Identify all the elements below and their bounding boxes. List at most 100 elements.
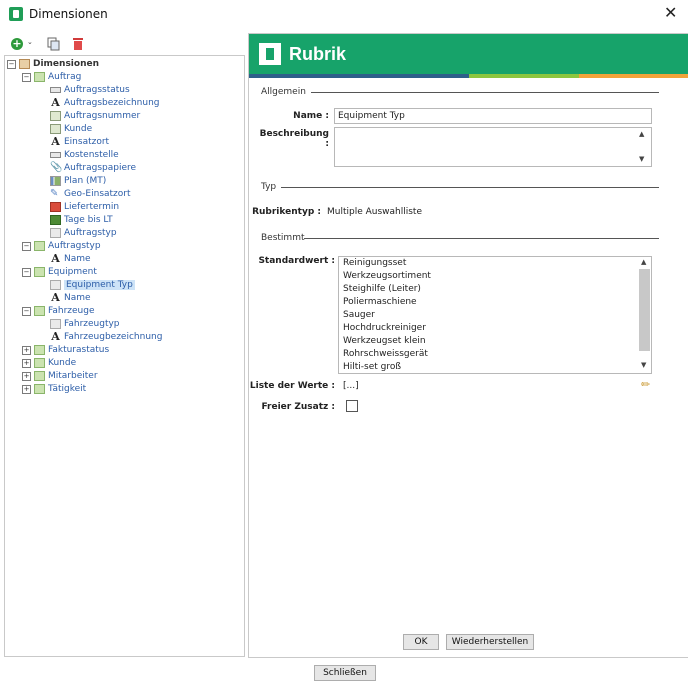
divider — [281, 187, 659, 188]
window-title: Dimensionen — [29, 7, 108, 21]
name-input[interactable]: Equipment Typ — [334, 108, 652, 124]
text-field-icon: A — [51, 135, 60, 148]
tree-label: Auftragsstatus — [64, 85, 130, 95]
tree-item[interactable]: Auftragstyp — [50, 227, 117, 239]
banner-title: Rubrik — [289, 44, 347, 64]
tree-item[interactable]: A Name — [50, 253, 90, 265]
table-icon — [34, 306, 45, 316]
expand-icon[interactable]: + — [22, 384, 31, 394]
tree-label: Dimensionen — [33, 59, 99, 69]
collapse-icon[interactable]: − — [22, 306, 31, 316]
expand-icon[interactable]: + — [22, 345, 31, 355]
status-field-icon — [50, 152, 61, 158]
tree-node-auftrag[interactable]: − Auftrag — [22, 71, 81, 83]
close-button[interactable]: Schließen — [314, 665, 376, 681]
app-icon — [9, 7, 23, 21]
scroll-down-icon[interactable]: ▼ — [639, 155, 644, 163]
ok-button[interactable]: OK — [403, 634, 439, 650]
pencil-icon[interactable]: ✏ — [641, 378, 650, 391]
tree-item[interactable]: A Name — [50, 292, 90, 304]
collapse-icon[interactable]: − — [22, 267, 31, 277]
counter-icon — [50, 215, 61, 225]
tree-item[interactable]: Plan (MT) — [50, 175, 106, 187]
divider — [311, 92, 659, 93]
list-item[interactable]: Werkzeugsortiment — [343, 271, 431, 281]
tree-label: Equipment — [48, 267, 97, 277]
tree-label: Mitarbeiter — [48, 371, 98, 381]
stripe-blue — [249, 74, 469, 78]
tree-item[interactable]: Tage bis LT — [50, 214, 113, 226]
collapse-icon[interactable]: − — [22, 241, 31, 251]
tree-item[interactable]: 📎 Auftragspapiere — [50, 162, 136, 174]
tree-item-selected[interactable]: Equipment Typ — [50, 279, 135, 291]
tree-item[interactable]: Auftragsnummer — [50, 110, 140, 122]
tree-item[interactable]: Liefertermin — [50, 201, 119, 213]
table-icon — [34, 241, 45, 251]
tree-item[interactable]: Kostenstelle — [50, 149, 119, 161]
standardwert-listbox[interactable]: Reinigungsset Werkzeugsortiment Steighil… — [338, 256, 652, 374]
tree-node-fahrzeuge[interactable]: − Fahrzeuge — [22, 305, 95, 317]
banner-stripe — [249, 74, 688, 78]
delete-icon[interactable] — [71, 37, 85, 51]
list-item[interactable]: Reinigungsset — [343, 258, 406, 268]
freier-zusatz-checkbox[interactable] — [346, 400, 358, 412]
collapse-icon[interactable]: − — [7, 59, 16, 69]
tree-label: Liefertermin — [64, 202, 120, 212]
beschreibung-label: Beschreibung : — [259, 129, 329, 149]
scroll-up-icon[interactable]: ▲ — [639, 130, 644, 138]
scroll-down-icon[interactable]: ▼ — [641, 361, 646, 369]
tree-node-taetigkeit[interactable]: + Tätigkeit — [22, 383, 86, 395]
copy-icon[interactable] — [47, 37, 61, 51]
section-typ: Typ — [261, 182, 277, 192]
tree-label: Auftrag — [48, 72, 82, 82]
expand-icon[interactable]: + — [22, 371, 31, 381]
tree-item[interactable]: A Auftragsbezeichnung — [50, 97, 159, 109]
list-item[interactable]: Steighilfe (Leiter) — [343, 284, 421, 294]
tree-item[interactable]: A Einsatzort — [50, 136, 109, 148]
beschreibung-input[interactable]: ▲ ▼ — [334, 127, 652, 167]
name-label: Name : — [293, 111, 329, 121]
tree-node-equipment[interactable]: − Equipment — [22, 266, 97, 278]
add-icon[interactable]: + — [11, 38, 23, 50]
tree-node-mitarbeiter[interactable]: + Mitarbeiter — [22, 370, 98, 382]
liste-label: Liste der Werte : — [249, 381, 335, 391]
tree-label: Auftragstyp — [48, 241, 101, 251]
calendar-icon — [50, 202, 61, 212]
list-item[interactable]: Poliermaschiene — [343, 297, 417, 307]
list-item[interactable]: Hochdruckreiniger — [343, 323, 426, 333]
rubrikentyp-value: Multiple Auswahlliste — [327, 207, 422, 217]
tree-item[interactable]: A Fahrzeugbezeichnung — [50, 331, 162, 343]
chevron-down-icon[interactable]: ⌄ — [27, 38, 33, 46]
banner: Rubrik — [249, 34, 688, 74]
scroll-up-icon[interactable]: ▲ — [641, 258, 646, 266]
list-item[interactable]: Sauger — [343, 310, 375, 320]
number-field-icon — [50, 111, 61, 121]
list-item[interactable]: Rohrschweissgerät — [343, 349, 428, 359]
collapse-icon[interactable]: − — [22, 72, 31, 82]
section-bestimmt: Bestimmt — [261, 233, 305, 243]
tree-label: Fahrzeugbezeichnung — [64, 332, 163, 342]
list-item[interactable]: Hilti-set groß — [343, 362, 401, 372]
scrollbar-thumb[interactable] — [639, 269, 650, 351]
tree-label: Plan (MT) — [64, 176, 107, 186]
expand-icon[interactable]: + — [22, 358, 31, 368]
tree-item[interactable]: Kunde — [50, 123, 92, 135]
tree-item[interactable]: Fahrzeugtyp — [50, 318, 120, 330]
standardwert-label: Standardwert : — [258, 256, 335, 266]
tree-label: Kunde — [48, 358, 77, 368]
tree-item[interactable]: Auftragsstatus — [50, 84, 130, 96]
rubrikentyp-label: Rubrikentyp : — [252, 207, 321, 217]
reset-button[interactable]: Wiederherstellen — [446, 634, 534, 650]
list-field-icon — [50, 319, 61, 329]
tree-root[interactable]: − Dimensionen — [7, 58, 99, 70]
tree-label: Fahrzeuge — [48, 306, 95, 316]
close-icon[interactable]: ✕ — [664, 3, 677, 22]
table-icon — [34, 358, 45, 368]
tree-item[interactable]: ✎ Geo-Einsatzort — [50, 188, 131, 200]
liste-value[interactable]: [...] — [343, 381, 359, 391]
tree-node-fakturastatus[interactable]: + Fakturastatus — [22, 344, 109, 356]
section-allgemein: Allgemein — [261, 87, 306, 97]
tree-node-auftragstyp[interactable]: − Auftragstyp — [22, 240, 101, 252]
list-item[interactable]: Werkzeugset klein — [343, 336, 426, 346]
tree-node-kunde[interactable]: + Kunde — [22, 357, 76, 369]
